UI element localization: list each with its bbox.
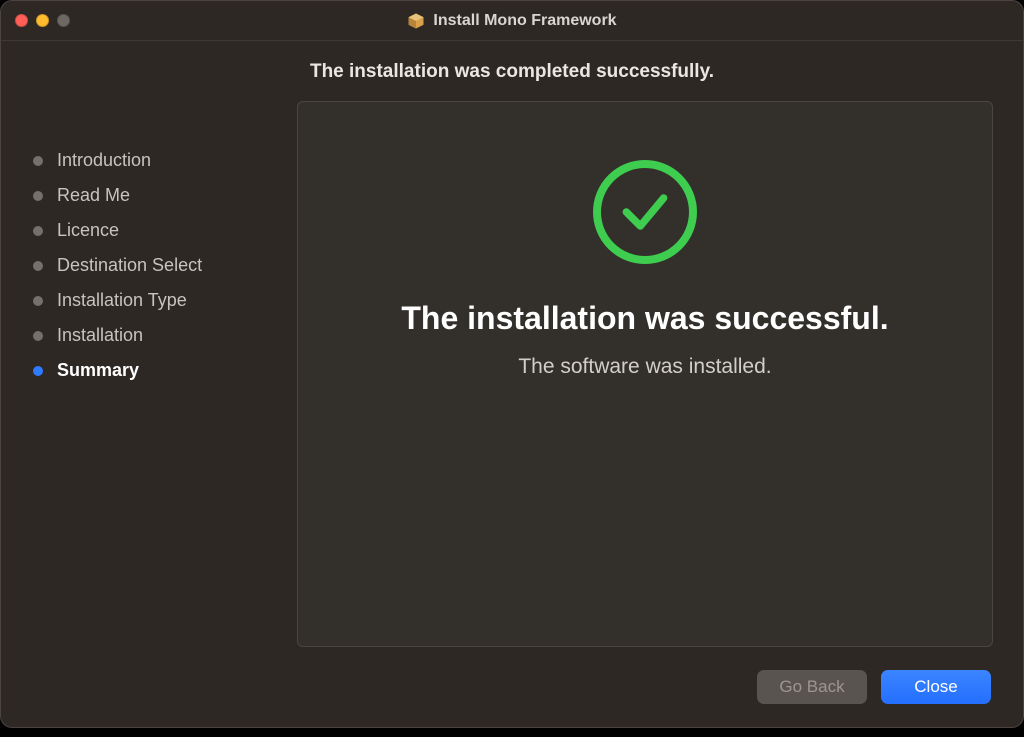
steps-sidebar: Introduction Read Me Licence Destination… [31,101,275,647]
go-back-button[interactable]: Go Back [757,670,867,704]
step-dot-icon [33,331,43,341]
step-label: Introduction [57,150,151,171]
window-minimize-button[interactable] [36,14,49,27]
page-subtitle: The installation was completed successfu… [31,61,993,83]
step-dot-icon [33,261,43,271]
step-licence: Licence [33,213,275,248]
step-label: Installation [57,325,143,346]
footer-buttons: Go Back Close [31,667,993,707]
step-dot-icon [33,366,43,376]
step-read-me: Read Me [33,178,275,213]
package-icon [407,12,425,30]
step-dot-icon [33,226,43,236]
step-dot-icon [33,296,43,306]
success-check-icon [593,160,697,264]
step-summary: Summary [33,353,275,388]
content-row: Introduction Read Me Licence Destination… [31,101,993,647]
traffic-lights [15,14,70,27]
step-label: Destination Select [57,255,202,276]
window-title-group: Install Mono Framework [1,1,1023,40]
step-label: Summary [57,360,139,381]
step-installation-type: Installation Type [33,283,275,318]
titlebar: Install Mono Framework [1,1,1023,41]
step-introduction: Introduction [33,143,275,178]
success-subtext: The software was installed. [518,355,771,379]
window-body: The installation was completed successfu… [1,41,1023,727]
window-zoom-button[interactable] [57,14,70,27]
installer-window: Install Mono Framework The installation … [0,0,1024,728]
step-installation: Installation [33,318,275,353]
window-title: Install Mono Framework [433,12,616,30]
step-destination-select: Destination Select [33,248,275,283]
step-label: Installation Type [57,290,187,311]
step-label: Licence [57,220,119,241]
step-dot-icon [33,156,43,166]
window-close-button[interactable] [15,14,28,27]
summary-panel: The installation was successful. The sof… [297,101,993,647]
success-heading: The installation was successful. [381,300,908,337]
step-dot-icon [33,191,43,201]
close-button[interactable]: Close [881,670,991,704]
step-label: Read Me [57,185,130,206]
